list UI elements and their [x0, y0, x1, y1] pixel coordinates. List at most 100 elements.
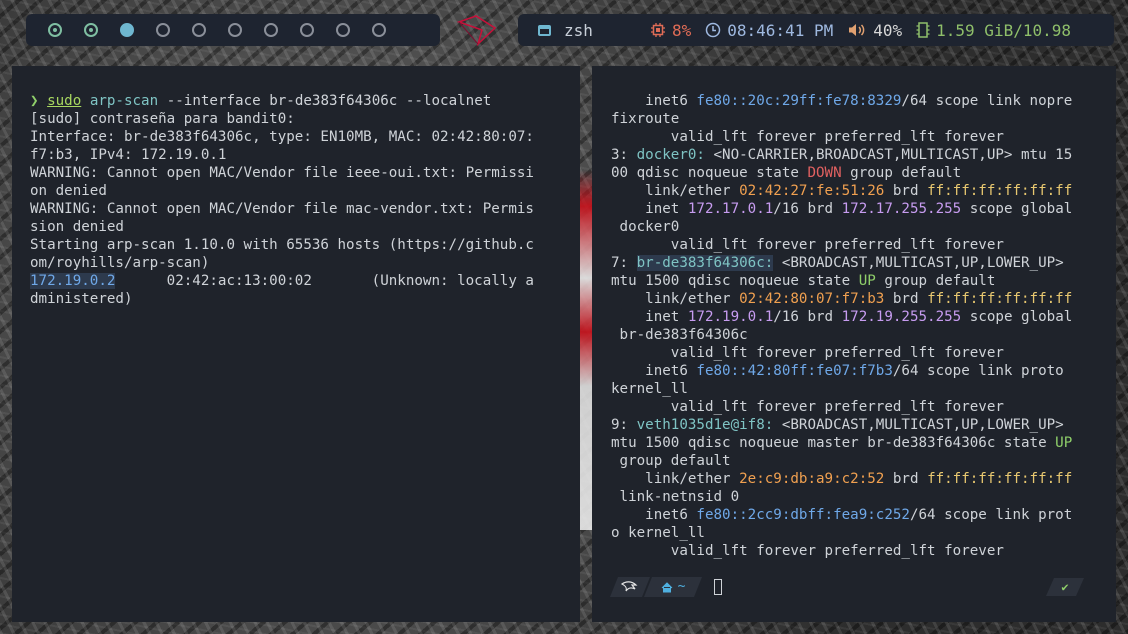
terminal-line: [sudo] contraseña para bandit0: — [30, 110, 534, 128]
terminal-text: /64 scope link nopre — [901, 93, 1073, 109]
terminal-line: link/ether 02:42:27:fe:51:26 brd ff:ff:f… — [611, 182, 1072, 200]
terminal-line: inet6 fe80::2cc9:dbff:fea9:c252/64 scope… — [611, 506, 1072, 524]
terminal-text: br-de383f64306c: — [636, 255, 774, 271]
terminal-text: WARNING: Cannot open MAC/Vendor file iee… — [30, 165, 534, 181]
terminal-text: <BROADCAST,MULTICAST,UP,LOWER_UP> — [773, 417, 1064, 433]
terminal-text: 172.19.0.2 — [30, 273, 116, 289]
terminal-output: ❯ sudo arp-scan --interface br-de383f643… — [30, 92, 534, 308]
terminal-line: fixroute — [611, 110, 1072, 128]
clock-icon — [706, 22, 721, 38]
terminal-text: --interface br-de383f64306c --localnet — [158, 93, 492, 109]
terminal-line: inet 172.19.0.1/16 brd 172.19.255.255 sc… — [611, 308, 1072, 326]
terminal-text: inet6 — [611, 363, 697, 379]
terminal-text: scope global — [961, 201, 1073, 217]
terminal-text: sudo — [47, 93, 82, 109]
terminal-line: link/ether 02:42:80:07:f7:b3 brd ff:ff:f… — [611, 290, 1072, 308]
terminal-line: Starting arp-scan 1.10.0 with 65536 host… — [30, 236, 534, 254]
cpu-widget[interactable]: 8% — [650, 21, 691, 40]
terminal-text: veth1035d1e@if8: — [636, 417, 774, 433]
status-module: 8% 08:46:41 PM 40% 1.59 GiB/10.98 — [636, 14, 1114, 46]
terminal-text: ff:ff:ff:ff:ff:ff — [927, 183, 1073, 199]
volume-widget[interactable]: 40% — [847, 21, 902, 40]
terminal-text: docker0 — [611, 219, 680, 235]
terminal-text: brd — [884, 471, 928, 487]
workspace-6-button[interactable] — [228, 23, 242, 37]
terminal-text: valid_lft forever preferred_lft forever — [611, 345, 1004, 361]
workspace-3-button[interactable] — [120, 23, 134, 37]
terminal-line: 172.19.0.2 02:42:ac:13:00:02 (Unknown: l… — [30, 272, 534, 290]
terminal-text: 00 qdisc noqueue state — [611, 165, 808, 181]
terminal-text: f7:b3, IPv4: 172.19.0.1 — [30, 147, 227, 163]
window-title: zsh — [564, 20, 593, 40]
memory-widget[interactable]: 1.59 GiB/10.98 — [916, 21, 1071, 40]
terminal-text: o kernel_ll — [611, 525, 705, 541]
terminal-line: valid_lft forever preferred_lft forever — [611, 542, 1072, 560]
workspace-2-button[interactable] — [84, 23, 98, 37]
terminal-text: <BROADCAST,MULTICAST,UP,LOWER_UP> — [773, 255, 1064, 271]
clock-time: 08:46:41 PM — [727, 20, 834, 40]
terminal-line: 00 qdisc noqueue state DOWN group defaul… — [611, 164, 1072, 182]
terminal-text: DOWN — [807, 165, 842, 181]
terminal-line: WARNING: Cannot open MAC/Vendor file iee… — [30, 164, 534, 182]
terminal-text: ff:ff:ff:ff:ff:ff — [927, 471, 1073, 487]
terminal-line: 9: veth1035d1e@if8: <BROADCAST,MULTICAST… — [611, 416, 1072, 434]
terminal-text: UP — [1055, 435, 1073, 451]
workspace-4-button[interactable] — [156, 23, 170, 37]
terminal-text: mtu 1500 qdisc noqueue master br-de383f6… — [611, 435, 1056, 451]
terminal-text: fe80::42:80ff:fe07:f7b3 — [696, 363, 893, 379]
terminal-line: 7: br-de383f64306c: <BROADCAST,MULTICAST… — [611, 254, 1072, 272]
workspace-10-button[interactable] — [372, 23, 386, 37]
terminal-line: inet6 fe80::42:80ff:fe07:f7b3/64 scope l… — [611, 362, 1072, 380]
terminal-line: valid_lft forever preferred_lft forever — [611, 344, 1072, 362]
terminal-text: link/ether — [611, 291, 740, 307]
prompt-os-segment — [610, 577, 650, 597]
terminal-text: dministered) — [30, 291, 133, 307]
workspace-9-button[interactable] — [336, 23, 350, 37]
terminal-text: inet6 — [611, 93, 697, 109]
terminal-cursor — [714, 579, 722, 595]
cpu-icon — [651, 23, 665, 37]
terminal-line: valid_lft forever preferred_lft forever — [611, 236, 1072, 254]
terminal-text: inet — [611, 201, 688, 217]
terminal-line: ❯ sudo arp-scan --interface br-de383f643… — [30, 92, 534, 110]
terminal-text: docker0: — [636, 147, 705, 163]
prompt-status-segment: ✔ — [1046, 578, 1084, 596]
prompt-dir-segment: ~ — [644, 577, 702, 597]
home-icon — [661, 582, 673, 593]
terminal-text: /16 brd — [773, 201, 842, 217]
terminal-text: fe80::20c:29ff:fe78:8329 — [696, 93, 902, 109]
terminal-text: 3: — [611, 147, 637, 163]
workspace-5-button[interactable] — [192, 23, 206, 37]
terminal-pane-left[interactable]: ❯ sudo arp-scan --interface br-de383f643… — [12, 66, 580, 622]
workspace-8-button[interactable] — [300, 23, 314, 37]
workspace-1-button[interactable] — [48, 23, 62, 37]
terminal-line: link/ether 2e:c9:db:a9:c2:52 brd ff:ff:f… — [611, 470, 1072, 488]
terminal-line: f7:b3, IPv4: 172.19.0.1 — [30, 146, 534, 164]
terminal-text: /16 brd — [773, 309, 842, 325]
window-title-module: zsh — [518, 14, 648, 46]
terminal-text: fe80::2cc9:dbff:fea9:c252 — [696, 507, 910, 523]
terminal-line: link-netnsid 0 — [611, 488, 1072, 506]
terminal-text: mtu 1500 qdisc noqueue state — [611, 273, 859, 289]
terminal-text: link/ether — [611, 471, 740, 487]
terminal-line: 3: docker0: <NO-CARRIER,BROADCAST,MULTIC… — [611, 146, 1072, 164]
shell-prompt: ~ — [610, 576, 722, 598]
terminal-text: Starting arp-scan 1.10.0 with 65536 host… — [30, 237, 534, 253]
terminal-line: valid_lft forever preferred_lft forever — [611, 398, 1072, 416]
terminal-line: inet 172.17.0.1/16 brd 172.17.255.255 sc… — [611, 200, 1072, 218]
terminal-text: kernel_ll — [611, 381, 688, 397]
terminal-pane-right[interactable]: inet6 fe80::20c:29ff:fe78:8329/64 scope … — [592, 66, 1116, 622]
terminal-text: ❯ — [30, 93, 48, 109]
terminal-line: Interface: br-de383f64306c, type: EN10MB… — [30, 128, 534, 146]
terminal-line: docker0 — [611, 218, 1072, 236]
workspace-7-button[interactable] — [264, 23, 278, 37]
terminal-line: mtu 1500 qdisc noqueue master br-de383f6… — [611, 434, 1072, 452]
terminal-text: 9: — [611, 417, 637, 433]
terminal-line: om/royhills/arp-scan) — [30, 254, 534, 272]
memory-usage: 1.59 GiB/10.98 — [936, 20, 1071, 40]
workspace-switcher — [26, 14, 440, 46]
terminal-text: <NO-CARRIER,BROADCAST,MULTICAST,UP> mtu … — [704, 147, 1073, 163]
terminal-text: om/royhills/arp-scan) — [30, 255, 210, 271]
clock-widget[interactable]: 08:46:41 PM — [705, 21, 833, 40]
terminal-text: UP — [858, 273, 876, 289]
